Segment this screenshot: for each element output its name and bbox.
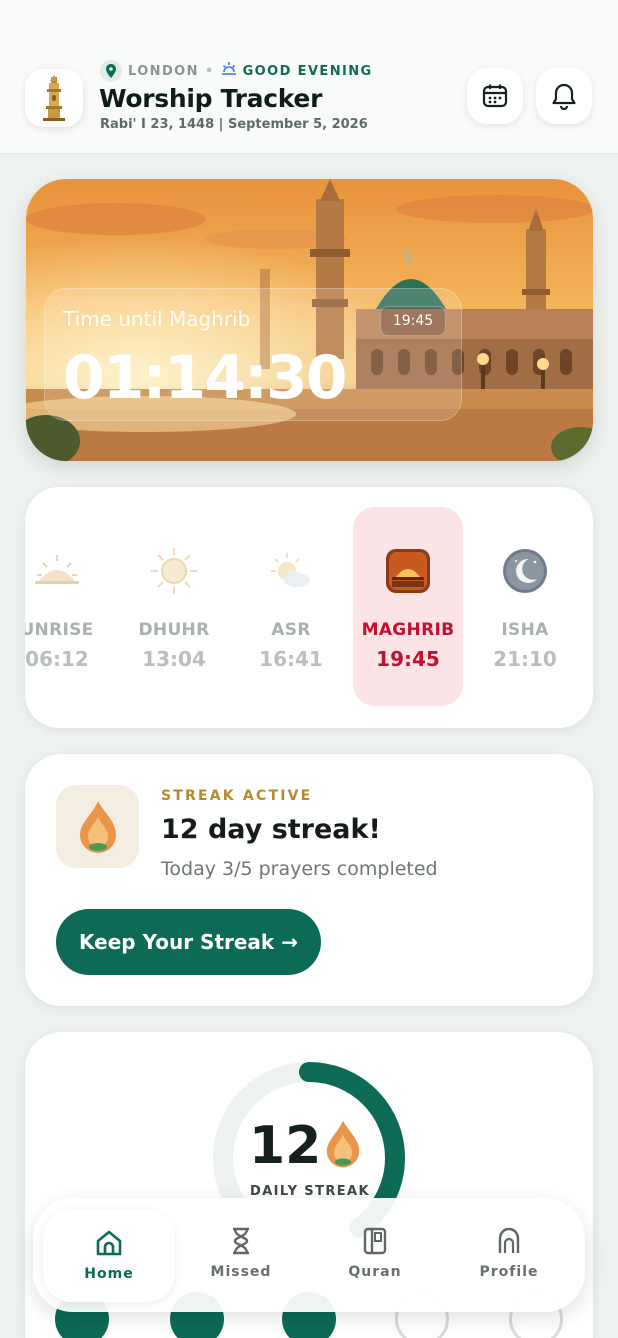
bell-icon <box>552 83 576 110</box>
location-pin-icon <box>100 60 122 82</box>
countdown-timer: 01:14:30 <box>63 343 347 413</box>
calendar-icon <box>482 84 508 108</box>
prayer-name: UNRISE <box>25 620 94 640</box>
sun-cloud-icon <box>271 553 310 587</box>
book-icon <box>363 1227 387 1255</box>
prayer-item-maghrib[interactable]: MAGHRIB 19:45 <box>353 507 463 706</box>
crescent-moon-icon <box>503 549 547 593</box>
prayer-item-asr[interactable]: ASR 16:41 <box>236 507 346 706</box>
countdown-panel: Time until Maghrib 01:14:30 19:45 <box>44 288 462 421</box>
countdown-label: Time until Maghrib <box>63 307 251 331</box>
streak-flame-badge <box>56 785 139 868</box>
minaret-logo-icon <box>43 75 65 121</box>
prayer-item-dhuhr[interactable]: DHUHR 13:04 <box>119 507 229 706</box>
nav-label: Profile <box>479 1264 539 1280</box>
daily-streak-label: DAILY STREAK <box>250 1184 370 1199</box>
prayer-time: 16:41 <box>259 647 323 671</box>
streak-title: 12 day streak! <box>161 814 381 845</box>
prayer-time: 13:04 <box>142 647 206 671</box>
app-logo <box>25 69 83 127</box>
prayer-name: DHUHR <box>138 620 210 640</box>
sun-icon <box>151 548 197 594</box>
nav-home[interactable]: Home <box>43 1210 175 1302</box>
nav-profile[interactable]: Profile <box>443 1198 575 1302</box>
page-title: Worship Tracker <box>99 84 323 113</box>
sunset-icon <box>386 549 430 593</box>
separator-dot: • <box>204 63 215 79</box>
prayer-name: ASR <box>271 620 311 640</box>
location-greeting-row: LONDON • GOOD EVENING <box>100 60 373 82</box>
maghrib-time-badge: 19:45 <box>380 306 446 336</box>
nav-missed[interactable]: Missed <box>175 1198 307 1302</box>
prayer-name: MAGHRIB <box>361 620 455 640</box>
sunset-icon <box>221 62 237 80</box>
sunrise-icon <box>35 555 79 584</box>
greeting-label: GOOD EVENING <box>242 63 373 79</box>
prayer-times-strip: UNRISE 06:12 DHUHR 13:04 ASR 16:41 MAGHR… <box>25 487 593 728</box>
prayer-time: 21:10 <box>493 647 557 671</box>
keep-streak-button[interactable]: Keep Your Streak → <box>56 909 321 975</box>
streak-card: STREAK ACTIVE 12 day streak! Today 3/5 p… <box>25 754 593 1006</box>
hourglass-icon <box>233 1227 249 1255</box>
nav-label: Missed <box>210 1264 272 1280</box>
app-header: LONDON • GOOD EVENING Worship Tracker Ra… <box>0 0 618 154</box>
mihrab-icon <box>498 1227 520 1253</box>
nav-label: Quran <box>348 1264 402 1280</box>
bottom-navigation: Home Missed Quran Profile <box>33 1198 585 1312</box>
maghrib-countdown-card[interactable]: Time until Maghrib 01:14:30 19:45 <box>26 179 593 461</box>
streak-status-label: STREAK ACTIVE <box>161 788 313 804</box>
prayer-time: 19:45 <box>376 647 440 671</box>
notifications-button[interactable] <box>536 68 592 124</box>
calendar-button[interactable] <box>467 68 523 124</box>
flame-icon <box>79 800 116 853</box>
daily-streak-count: 12 <box>249 1116 322 1176</box>
prayer-item-sunrise[interactable]: UNRISE 06:12 <box>25 507 112 706</box>
streak-subtitle: Today 3/5 prayers completed <box>161 858 438 880</box>
flame-icon <box>326 1120 360 1168</box>
nav-label: Home <box>84 1266 134 1282</box>
prayer-time: 06:12 <box>25 647 89 671</box>
nav-quran[interactable]: Quran <box>309 1198 441 1302</box>
date-subtitle: Rabi' I 23, 1448 | September 5, 2026 <box>100 117 368 132</box>
prayer-item-isha[interactable]: ISHA 21:10 <box>470 507 580 706</box>
prayer-name: ISHA <box>501 620 549 640</box>
home-icon <box>96 1230 122 1256</box>
location-label: LONDON <box>128 63 199 79</box>
